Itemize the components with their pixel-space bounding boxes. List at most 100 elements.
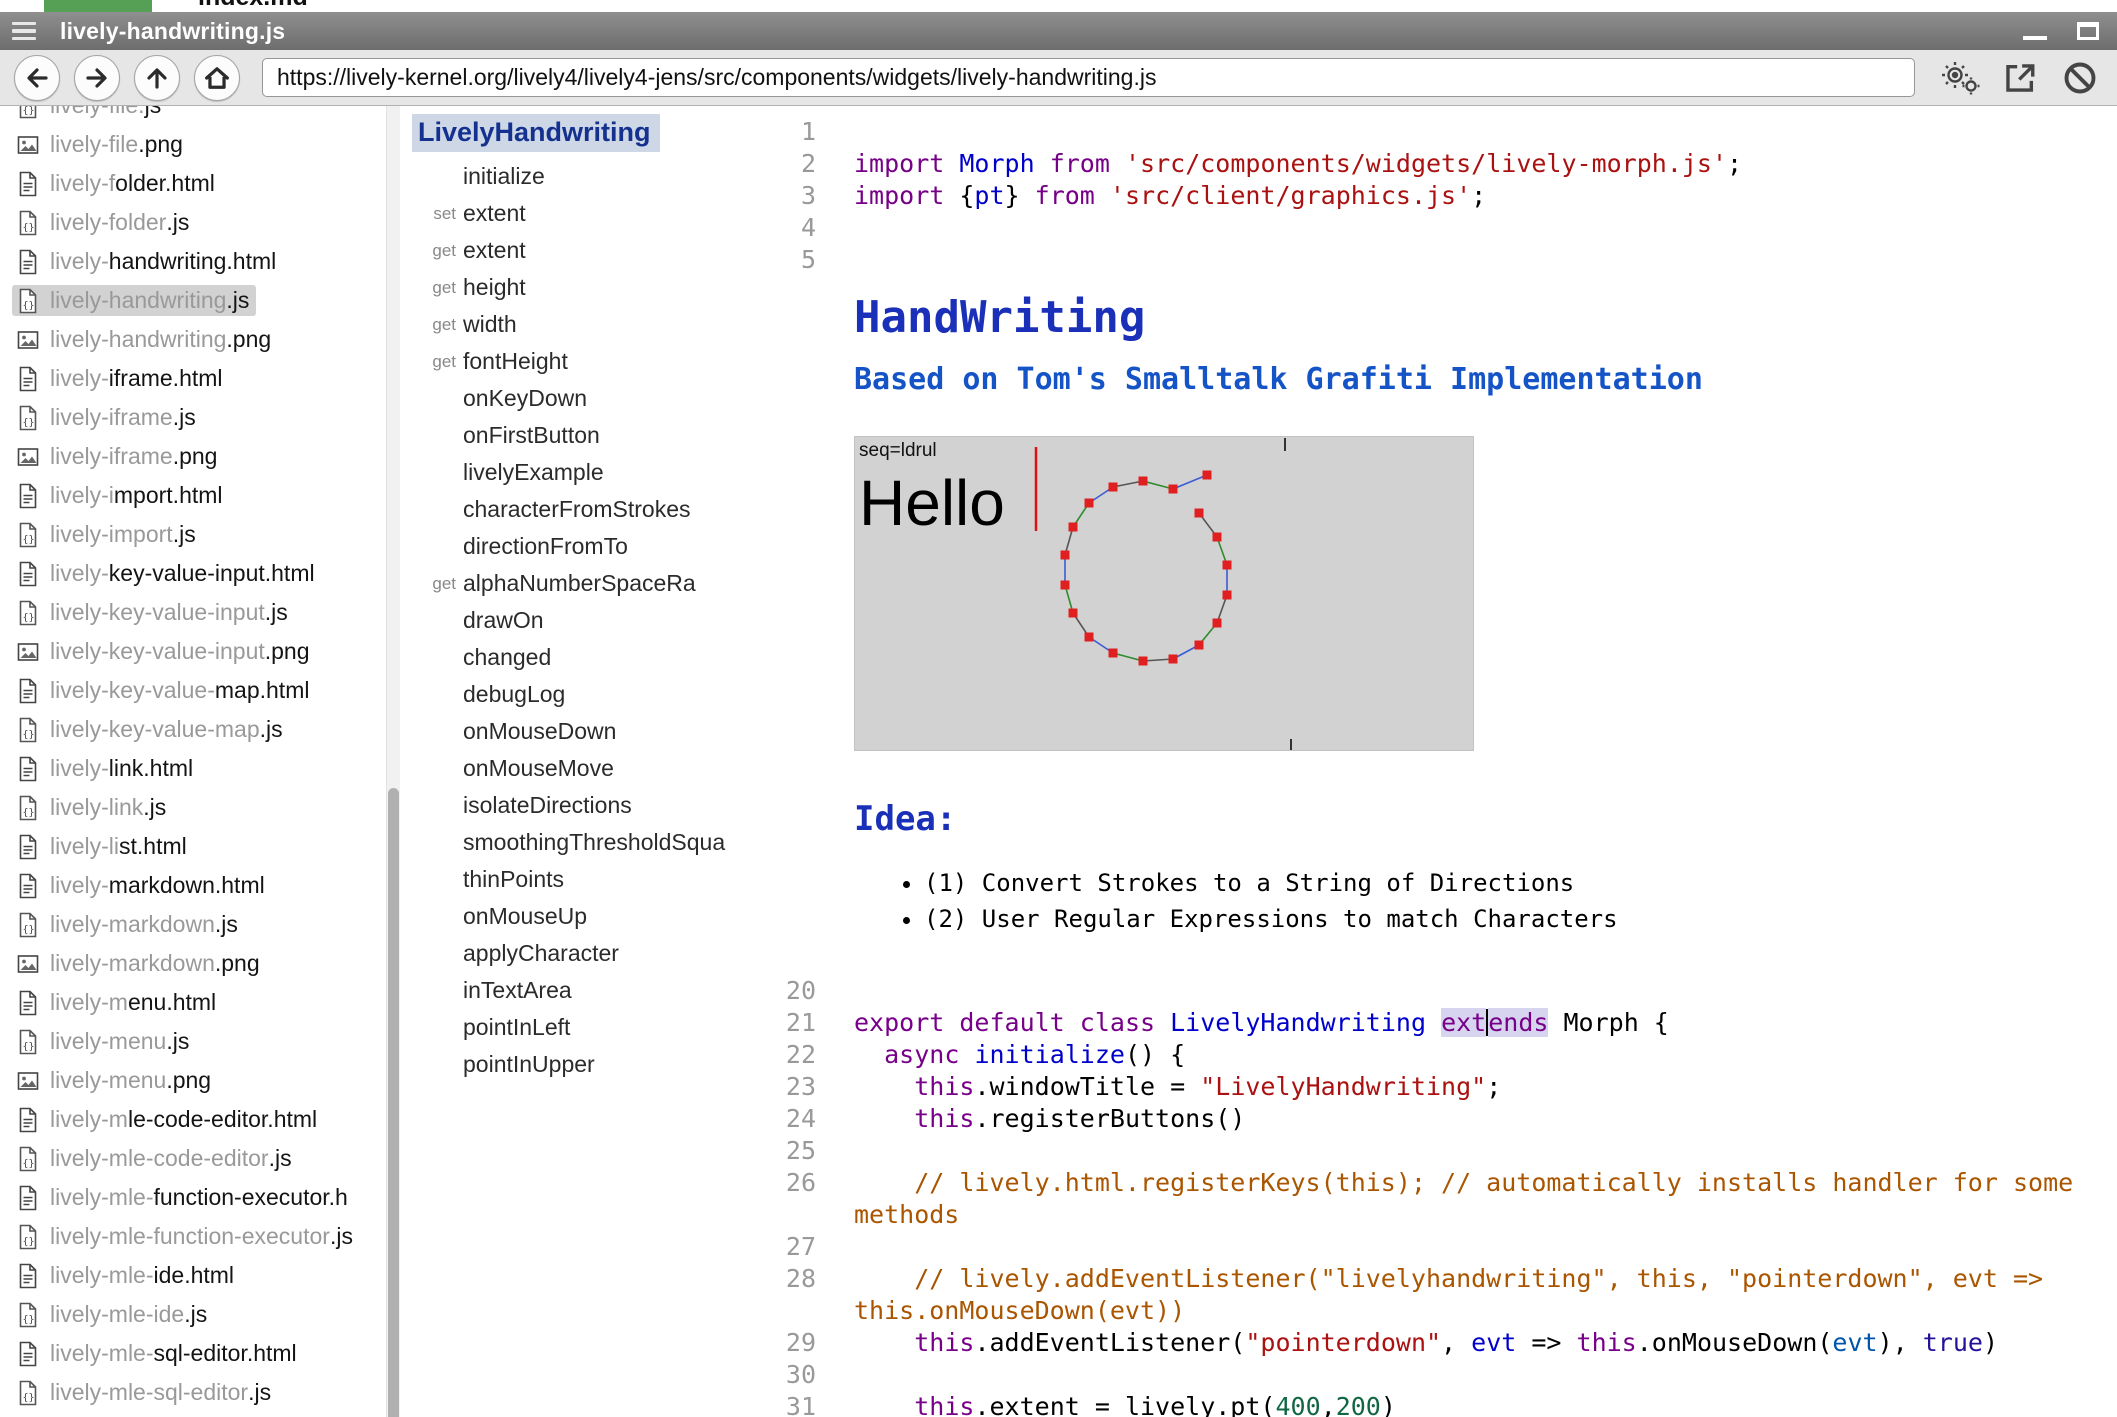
file-list-item[interactable]: lively-markdown.png <box>0 944 400 983</box>
file-list-item[interactable]: lively-list.html <box>0 827 400 866</box>
file-list-item[interactable]: lively-folder.html <box>0 164 400 203</box>
handwriting-drawing-canvas[interactable]: seq=ldrulHello <box>854 436 1474 751</box>
file-list-item[interactable]: lively-mle-code-editor.html <box>0 1100 400 1139</box>
outline-class-item[interactable]: LivelyHandwriting <box>412 114 660 152</box>
outline-method-item[interactable]: inTextArea <box>408 972 732 1009</box>
file-list-item[interactable]: {}lively-menu.js <box>0 1022 400 1061</box>
code-line-content[interactable]: this.extent = lively.pt(400,200) <box>854 1391 2117 1417</box>
code-line-content[interactable]: export default class LivelyHandwriting e… <box>854 1007 2117 1039</box>
file-list-item[interactable]: lively-import.html <box>0 476 400 515</box>
block-button[interactable] <box>2057 55 2103 101</box>
file-list-item[interactable]: lively-handwriting.png <box>0 320 400 359</box>
outline-method-item[interactable]: getheight <box>408 269 732 306</box>
minimize-button[interactable] <box>2023 36 2047 40</box>
file-name-dim-part: lively- <box>50 365 109 392</box>
file-list-item[interactable]: {}lively-folder.js <box>0 203 400 242</box>
outline-method-item[interactable]: applyCharacter <box>408 935 732 972</box>
code-line-content[interactable]: // lively.html.registerKeys(this); // au… <box>854 1167 2117 1231</box>
outline-method-item[interactable]: smoothingThresholdSqua <box>408 824 732 861</box>
file-list-item[interactable]: lively-handwriting.html <box>0 242 400 281</box>
file-list-item[interactable]: {}lively-link.js <box>0 788 400 827</box>
outline-method-item[interactable]: drawOn <box>408 602 732 639</box>
code-line-content[interactable] <box>854 975 2117 1007</box>
maximize-button[interactable] <box>2077 22 2099 40</box>
code-line-content[interactable]: this.addEventListener("pointerdown", evt… <box>854 1327 2117 1359</box>
outline-method-item[interactable]: onMouseMove <box>408 750 732 787</box>
file-list-item[interactable]: lively-key-value-input.png <box>0 632 400 671</box>
file-list-item[interactable]: lively-mle-ide.html <box>0 1256 400 1295</box>
file-list-item[interactable]: lively-mle-sql-editor.html <box>0 1334 400 1373</box>
file-list-item[interactable]: lively-key-value-input.html <box>0 554 400 593</box>
file-list-item[interactable]: lively-iframe.png <box>0 437 400 476</box>
up-button[interactable] <box>134 55 180 101</box>
file-list-item[interactable]: {}lively-handwriting.js <box>0 281 400 320</box>
file-list-item[interactable]: lively-key-value-map.html <box>0 671 400 710</box>
code-line-content[interactable]: import Morph from 'src/components/widget… <box>854 148 2117 180</box>
method-name: directionFromTo <box>463 533 628 560</box>
file-list-item[interactable]: {}lively-key-value-map.js <box>0 710 400 749</box>
outline-method-item[interactable]: directionFromTo <box>408 528 732 565</box>
file-list-item[interactable]: lively-markdown.html <box>0 866 400 905</box>
file-list-item[interactable]: {}lively-mle-function-executor.js <box>0 1217 400 1256</box>
outline-method-item[interactable]: pointInUpper <box>408 1046 732 1083</box>
file-list-item[interactable]: lively-link.html <box>0 749 400 788</box>
code-editor[interactable]: 12import Morph from 'src/components/widg… <box>732 106 2117 1417</box>
outline-method-item[interactable]: isolateDirections <box>408 787 732 824</box>
outline-method-item[interactable]: livelyExample <box>408 454 732 491</box>
code-line-content[interactable]: this.registerButtons() <box>854 1103 2117 1135</box>
file-list-item[interactable]: lively-menu.html <box>0 983 400 1022</box>
outline-method-item[interactable]: onMouseDown <box>408 713 732 750</box>
file-list-item[interactable]: lively-iframe.html <box>0 359 400 398</box>
file-list-item[interactable]: {}lively-import.js <box>0 515 400 554</box>
file-list-item[interactable]: lively-file.png <box>0 125 400 164</box>
file-list-item[interactable]: {}lively-mle-code-editor.js <box>0 1139 400 1178</box>
code-line-content[interactable] <box>854 1231 2117 1263</box>
file-list-item[interactable]: {}lively-iframe.js <box>0 398 400 437</box>
file-list-item[interactable]: {}lively-markdown.js <box>0 905 400 944</box>
code-line-content[interactable] <box>854 244 2117 276</box>
outline-method-item[interactable]: onFirstButton <box>408 417 732 454</box>
outline-method-item[interactable]: getwidth <box>408 306 732 343</box>
file-list-item[interactable]: lively-menu.png <box>0 1061 400 1100</box>
code-line-content[interactable]: // lively.addEventListener("livelyhandwr… <box>854 1263 2117 1327</box>
file-list-item[interactable]: {}lively-mle-ide.js <box>0 1295 400 1334</box>
window-menu-icon[interactable] <box>12 22 36 41</box>
code-line-content[interactable]: import {pt} from 'src/client/graphics.js… <box>854 180 2117 212</box>
outline-method-item[interactable]: characterFromStrokes <box>408 491 732 528</box>
outline-method-item[interactable]: onKeyDown <box>408 380 732 417</box>
outline-method-item[interactable]: thinPoints <box>408 861 732 898</box>
file-list-scrollbar-thumb[interactable] <box>388 788 399 1417</box>
background-tab-label[interactable]: index.md <box>198 0 308 12</box>
outline-method-item[interactable]: debugLog <box>408 676 732 713</box>
outline-method-item[interactable]: getfontHeight <box>408 343 732 380</box>
code-line-content[interactable]: HandWritingBased on Tom's Smalltalk Graf… <box>854 276 2117 975</box>
code-line-content[interactable] <box>854 116 2117 148</box>
home-button[interactable] <box>194 55 240 101</box>
outline-method-item[interactable]: changed <box>408 639 732 676</box>
code-line-content[interactable] <box>854 212 2117 244</box>
file-list-item[interactable]: lively-mle-function-executor.h <box>0 1178 400 1217</box>
code-line-content[interactable] <box>854 1359 2117 1391</box>
window-titlebar[interactable]: lively-handwriting.js <box>0 12 2117 50</box>
code-line-content[interactable]: this.windowTitle = "LivelyHandwriting"; <box>854 1071 2117 1103</box>
browser-content: {}lively-file.jslively-file.pnglively-fo… <box>0 106 2117 1417</box>
file-list-item[interactable]: {}lively-mle-sql-editor.js <box>0 1373 400 1412</box>
outline-method-item[interactable]: onMouseUp <box>408 898 732 935</box>
back-button[interactable] <box>14 55 60 101</box>
code-token: => <box>1516 1328 1576 1357</box>
outline-method-item[interactable]: pointInLeft <box>408 1009 732 1046</box>
file-list-item[interactable]: {}lively-key-value-input.js <box>0 593 400 632</box>
outline-method-item[interactable]: getalphaNumberSpaceRa <box>408 565 732 602</box>
code-line-content[interactable]: async initialize() { <box>854 1039 2117 1071</box>
file-list-scrollbar[interactable] <box>386 106 400 1417</box>
outline-method-item[interactable]: getextent <box>408 232 732 269</box>
forward-button[interactable] <box>74 55 120 101</box>
file-list-item[interactable]: {}lively-file.js <box>0 106 400 125</box>
code-token: } <box>1005 181 1035 210</box>
outline-method-item[interactable]: setextent <box>408 195 732 232</box>
code-line-content[interactable] <box>854 1135 2117 1167</box>
settings-button[interactable] <box>1937 55 1983 101</box>
open-external-button[interactable] <box>1997 55 2043 101</box>
outline-method-item[interactable]: initialize <box>408 158 732 195</box>
url-input[interactable] <box>262 58 1915 97</box>
